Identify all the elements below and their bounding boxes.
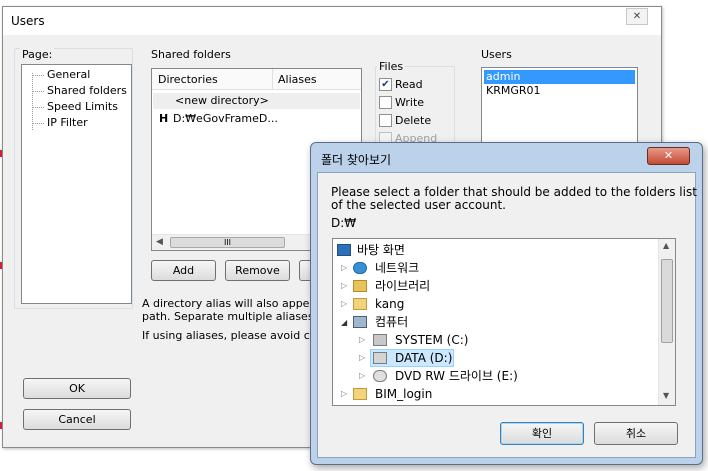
folder-browse-dialog: 폴더 찾아보기 ✕ Please select a folder that sh… (310, 142, 703, 465)
dvd-drive-icon (373, 370, 387, 382)
home-marker: H (159, 112, 169, 125)
computer-icon (353, 316, 367, 328)
user-item-selected[interactable]: admin (484, 70, 635, 84)
window-title: Users (11, 14, 45, 28)
users-list[interactable]: admin KRMGR01 (481, 67, 638, 147)
page-label: Page: (20, 48, 55, 61)
tree-item-label: DATA (D:) (395, 351, 453, 365)
tree-item-label: SYSTEM (C:) (395, 333, 469, 347)
column-divider (272, 69, 273, 90)
collapse-icon[interactable]: ◢ (341, 314, 347, 332)
tree-item-label: kang (375, 297, 405, 311)
tree-line (32, 73, 33, 130)
cancel-button[interactable]: 취소 (594, 422, 678, 445)
folder-icon (353, 388, 367, 400)
remove-button[interactable]: Remove (225, 260, 290, 281)
scroll-down-icon[interactable]: ▼ (663, 391, 669, 400)
selected-path: D:₩ (331, 216, 357, 230)
delete-label: Delete (395, 114, 432, 127)
dialog-body: Please select a folder that should be ad… (317, 172, 697, 458)
system-drive-icon (373, 334, 387, 346)
column-aliases[interactable]: Aliases (278, 73, 317, 86)
ok-button[interactable]: OK (23, 378, 131, 399)
drive-icon (373, 352, 387, 364)
directory-cell: D:₩eGovFrameD... (173, 112, 278, 125)
cancel-button[interactable]: Cancel (23, 409, 131, 430)
directory-cell: <new directory> (175, 94, 269, 107)
users-titlebar: Users ✕ (3, 7, 661, 35)
tree-line (32, 123, 44, 124)
shared-folders-label: Shared folders (151, 48, 231, 61)
close-button[interactable]: ✕ (647, 147, 690, 165)
list-header: Directories Aliases (152, 69, 361, 90)
page-item-shared-folders[interactable]: Shared folders (47, 84, 127, 97)
scroll-up-icon[interactable]: ▲ (663, 241, 669, 250)
page-item-speed-limits[interactable]: Speed Limits (47, 100, 118, 113)
list-row[interactable]: H D:₩eGovFrameD... (153, 111, 360, 127)
read-checkbox[interactable]: ✔ (379, 78, 392, 91)
user-item[interactable]: KRMGR01 (486, 84, 541, 98)
user-folder-icon (353, 298, 367, 310)
read-label: Read (395, 78, 423, 91)
scroll-left-icon[interactable]: ◀ (156, 237, 163, 247)
delete-checkbox[interactable] (379, 114, 392, 127)
confirm-button[interactable]: 확인 (500, 422, 584, 445)
tree-line (32, 75, 44, 76)
write-label: Write (395, 96, 425, 109)
tree-item-label: BIM_login (375, 387, 433, 401)
files-label: Files (377, 60, 406, 73)
page-item-ip-filter[interactable]: IP Filter (47, 116, 88, 129)
tree-item-label: DVD RW 드라이브 (E:) (395, 369, 518, 383)
tree-item-label: 라이브러리 (375, 279, 431, 293)
column-directories[interactable]: Directories (158, 73, 218, 86)
tree-item-label: 컴퓨터 (375, 315, 409, 329)
close-button[interactable]: ✕ (626, 8, 648, 25)
hint-text: If using aliases, please avoid cyclic (142, 329, 335, 342)
scroll-thumb[interactable] (661, 259, 673, 343)
add-button[interactable]: Add (151, 260, 216, 281)
tree-item-label: 바탕 화면 (357, 243, 405, 257)
list-row-new[interactable]: <new directory> (153, 93, 360, 109)
tree-line (32, 91, 44, 92)
expand-icon[interactable]: ▷ (359, 331, 365, 349)
expand-icon[interactable]: ▷ (341, 385, 347, 403)
expand-icon[interactable]: ▷ (341, 259, 347, 277)
expand-icon[interactable]: ▷ (359, 349, 365, 367)
folder-tree[interactable]: 바탕 화면 ▷ 네트워크 ▷ 라이브러리 ▷ kang ◢ 컴퓨터 ▷ SYST… (332, 238, 676, 406)
tree-item-label: 네트워크 (375, 261, 420, 275)
network-icon (353, 262, 367, 274)
tree-line (32, 107, 44, 108)
vertical-scrollbar[interactable]: ▲ ▼ (658, 239, 675, 405)
scroll-thumb[interactable]: III (170, 237, 285, 248)
expand-icon[interactable]: ▷ (359, 367, 365, 385)
instruction-text: Please select a folder that should be ad… (331, 185, 697, 199)
users-label: Users (481, 48, 512, 61)
desktop-icon (337, 244, 351, 256)
instruction-text: of the selected user account. (331, 198, 506, 212)
library-icon (353, 280, 367, 292)
expand-icon[interactable]: ▷ (341, 295, 347, 313)
expand-icon[interactable]: ▷ (341, 277, 347, 295)
dialog-title: 폴더 찾아보기 (321, 153, 392, 167)
page-item-general[interactable]: General (47, 68, 90, 81)
page-tree: General Shared folders Speed Limits IP F… (21, 64, 132, 304)
write-checkbox[interactable] (379, 96, 392, 109)
